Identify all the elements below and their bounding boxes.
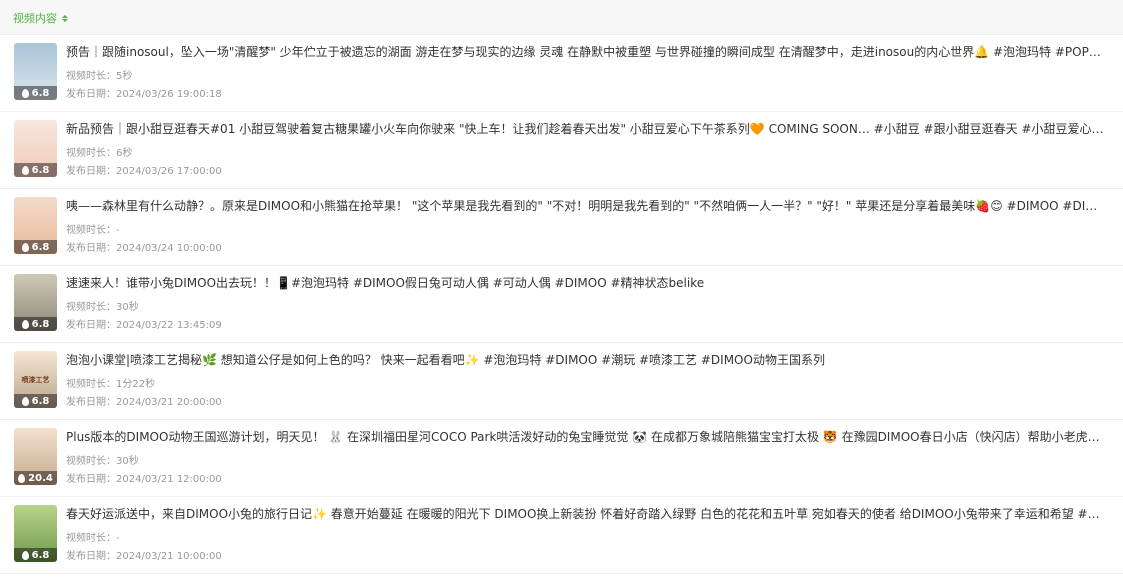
score-badge: 6.8 xyxy=(14,86,57,100)
video-row[interactable]: 喷漆工艺 6.8 泡泡小课堂|喷漆工艺揭秘🌿 想知道公仔是如何上色的吗？ 快来一… xyxy=(0,343,1123,420)
fire-icon xyxy=(21,550,29,560)
fire-icon xyxy=(21,242,29,252)
video-title[interactable]: Plus版本的DIMOO动物王国巡游计划，明天见！ 🐰 在深圳福田星河COCO … xyxy=(66,428,1106,445)
publish-date: 发布日期：2024/03/22 13:45:09 xyxy=(66,320,222,331)
video-row[interactable]: 6.8 预告｜跟随inosoul，坠入一场"清醒梦" 少年伫立于被遗忘的湖面 游… xyxy=(0,35,1123,112)
score-badge: 6.8 xyxy=(14,163,57,177)
video-thumbnail[interactable]: 6.8 xyxy=(14,120,57,177)
video-content-sort-header[interactable]: 视频内容 xyxy=(13,10,68,26)
video-duration: 视频时长：- xyxy=(66,533,120,544)
score-value: 6.8 xyxy=(31,395,50,407)
score-badge: 20.4 xyxy=(14,471,57,485)
fire-icon xyxy=(21,319,29,329)
video-thumbnail[interactable]: 6.8 xyxy=(14,197,57,254)
video-row[interactable]: 6.8 速速来人！谁带小兔DIMOO出去玩！！📱#泡泡玛特 #DIMOO假日兔可… xyxy=(0,266,1123,343)
score-badge: 6.8 xyxy=(14,240,57,254)
video-row[interactable]: 20.4 Plus版本的DIMOO动物王国巡游计划，明天见！ 🐰 在深圳福田星河… xyxy=(0,420,1123,497)
video-content-label: 视频内容 xyxy=(13,12,57,25)
publish-date: 发布日期：2024/03/24 10:00:00 xyxy=(66,243,222,254)
sort-icon[interactable] xyxy=(62,14,68,22)
video-row[interactable]: 6.8 咦——森林里有什么动静？。原来是DIMOO和小熊猫在抢苹果！ "这个苹果… xyxy=(0,189,1123,266)
video-thumbnail[interactable]: 6.8 xyxy=(14,505,57,562)
video-duration: 视频时长：- xyxy=(66,225,120,236)
publish-date: 发布日期：2024/03/26 17:00:00 xyxy=(66,166,222,177)
fire-icon xyxy=(18,473,26,483)
fire-icon xyxy=(21,165,29,175)
fire-icon xyxy=(21,88,29,98)
video-title[interactable]: 新品预告｜跟小甜豆逛春天#01 小甜豆驾驶着复古糖果罐小火车向你驶来 "快上车！… xyxy=(66,120,1106,137)
video-duration: 视频时长：5秒 xyxy=(66,71,133,82)
score-badge: 6.8 xyxy=(14,548,57,562)
video-title[interactable]: 春天好运派送中，来自DIMOO小兔的旅行日记✨ 春意开始蔓延 在暖暖的阳光下 D… xyxy=(66,505,1106,522)
video-thumbnail[interactable]: 6.8 xyxy=(14,43,57,100)
video-list: 6.8 预告｜跟随inosoul，坠入一场"清醒梦" 少年伫立于被遗忘的湖面 游… xyxy=(0,35,1123,574)
score-value: 6.8 xyxy=(31,87,50,99)
score-badge: 6.8 xyxy=(14,394,57,408)
score-badge: 6.8 xyxy=(14,317,57,331)
score-value: 6.8 xyxy=(31,164,50,176)
score-value: 6.8 xyxy=(31,549,50,561)
publish-date: 发布日期：2024/03/21 20:00:00 xyxy=(66,397,222,408)
video-duration: 视频时长：30秒 xyxy=(66,456,139,467)
video-row[interactable]: 6.8 春天好运派送中，来自DIMOO小兔的旅行日记✨ 春意开始蔓延 在暖暖的阳… xyxy=(0,497,1123,574)
fire-icon xyxy=(21,396,29,406)
publish-date: 发布日期：2024/03/21 12:00:00 xyxy=(66,474,222,485)
video-duration: 视频时长：30秒 xyxy=(66,302,139,313)
content-header: 视频内容 xyxy=(0,0,1123,35)
publish-date: 发布日期：2024/03/21 10:00:00 xyxy=(66,551,222,562)
score-value: 20.4 xyxy=(28,472,53,484)
video-duration: 视频时长：1分22秒 xyxy=(66,379,156,390)
video-duration: 视频时长：6秒 xyxy=(66,148,133,159)
video-title[interactable]: 预告｜跟随inosoul，坠入一场"清醒梦" 少年伫立于被遗忘的湖面 游走在梦与… xyxy=(66,43,1106,60)
score-value: 6.8 xyxy=(31,241,50,253)
video-title[interactable]: 速速来人！谁带小兔DIMOO出去玩！！📱#泡泡玛特 #DIMOO假日兔可动人偶 … xyxy=(66,274,1106,291)
thumbnail-caption: 喷漆工艺 xyxy=(21,376,50,384)
publish-date: 发布日期：2024/03/26 19:00:18 xyxy=(66,89,222,100)
video-thumbnail[interactable]: 20.4 xyxy=(14,428,57,485)
video-row[interactable]: 6.8 新品预告｜跟小甜豆逛春天#01 小甜豆驾驶着复古糖果罐小火车向你驶来 "… xyxy=(0,112,1123,189)
video-title[interactable]: 咦——森林里有什么动静？。原来是DIMOO和小熊猫在抢苹果！ "这个苹果是我先看… xyxy=(66,197,1106,214)
score-value: 6.8 xyxy=(31,318,50,330)
video-title[interactable]: 泡泡小课堂|喷漆工艺揭秘🌿 想知道公仔是如何上色的吗？ 快来一起看看吧✨ #泡泡… xyxy=(66,351,1106,368)
video-thumbnail[interactable]: 喷漆工艺 6.8 xyxy=(14,351,57,408)
video-thumbnail[interactable]: 6.8 xyxy=(14,274,57,331)
